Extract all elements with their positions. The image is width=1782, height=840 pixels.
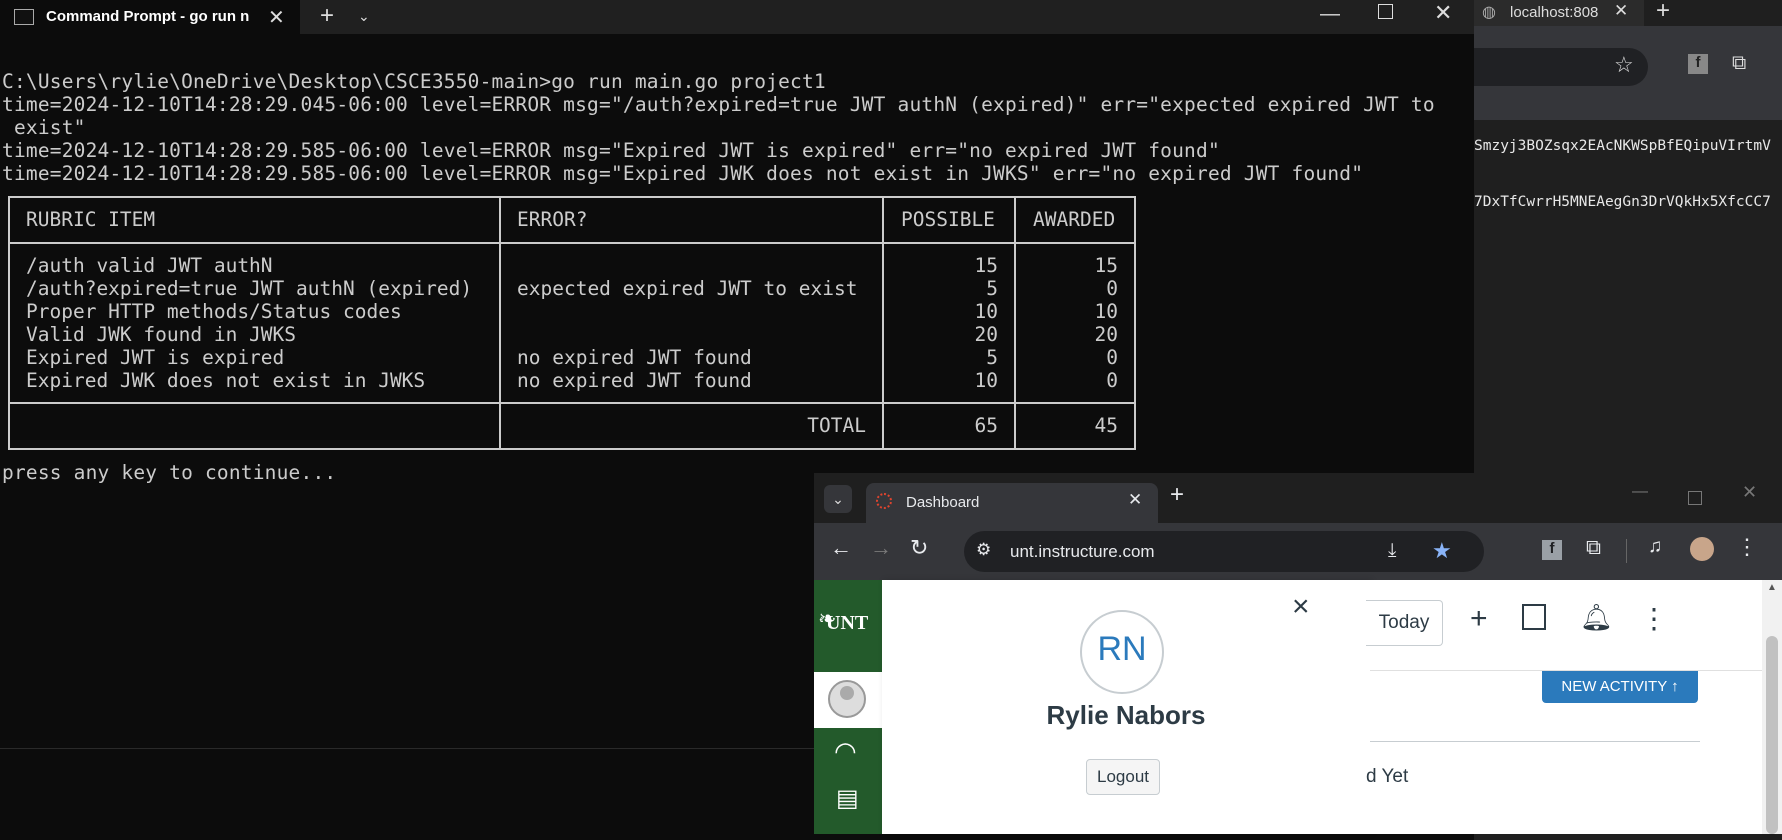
dashboard-header: Today + 🔔︎ ⋮ NEW ACTIVITY ↑ d Yet (1366, 580, 1762, 834)
logout-button[interactable]: Logout (1086, 759, 1160, 795)
avatar-initials: RN (1097, 630, 1147, 668)
minimize-icon[interactable]: — (1320, 3, 1340, 26)
chevron-down-icon[interactable]: ⌄ (358, 8, 370, 25)
output-line: time=2024-12-10T14:28:29.585-06:00 level… (2, 162, 1364, 185)
output-line: exist" (2, 116, 86, 139)
close-window-icon[interactable]: ✕ (1434, 0, 1452, 26)
today-button[interactable]: Today (1366, 600, 1443, 646)
maximize-icon[interactable] (1688, 491, 1702, 505)
total-possible: 65 (974, 414, 998, 437)
chrome-window: ⌄ Dashboard ✕ + — ✕ ← → ↻ ⚙ unt.instruct… (814, 473, 1782, 834)
globe-icon: ◍ (1482, 4, 1496, 21)
new-activity-button[interactable]: NEW ACTIVITY ↑ (1542, 671, 1698, 703)
back-arrow-icon[interactable]: ← (830, 535, 852, 561)
scroll-up-arrow-icon[interactable]: ▲ (1767, 582, 1777, 593)
star-filled-icon[interactable]: ★ (1432, 538, 1452, 564)
puzzle-icon[interactable]: ⧉ (1586, 536, 1601, 560)
terminal-tab-bar: Command Prompt - go run n ✕ + ⌄ — ✕ (0, 0, 1474, 34)
output-line: time=2024-12-10T14:28:29.045-06:00 level… (2, 93, 1435, 116)
new-tab-icon[interactable]: + (1656, 0, 1670, 25)
install-app-icon[interactable]: ⤓ (1388, 540, 1396, 562)
total-awarded: 45 (1094, 414, 1118, 437)
terminal-tab-title: Command Prompt - go run n (46, 8, 250, 25)
bg-tab-title: localhost:808 (1510, 4, 1599, 21)
close-tab-icon[interactable]: ✕ (268, 5, 285, 30)
minimize-icon[interactable]: — (1632, 483, 1648, 501)
tab-search-chevron-icon[interactable]: ⌄ (824, 485, 852, 513)
total-label: TOTAL (807, 414, 866, 437)
site-info-icon[interactable]: ⚙ (976, 540, 991, 560)
divider (1626, 539, 1627, 563)
user-name: Rylie Nabors (1046, 700, 1206, 730)
terminal-icon (14, 9, 34, 25)
bg-bookmark-bar (1474, 98, 1782, 121)
logo-text: UNT (826, 612, 869, 634)
bell-icon[interactable]: 🔔︎ (1580, 602, 1613, 633)
unt-logo[interactable]: ❧ UNT (814, 580, 882, 672)
canvas-page: ❧ UNT ◠ ▤ × RN Rylie Nabors Logout Today… (814, 580, 1782, 834)
output-line: time=2024-12-10T14:28:29.585-06:00 level… (2, 139, 1220, 162)
table-header: POSSIBLE (901, 208, 995, 231)
kebab-menu-icon[interactable]: ⋮ (1736, 534, 1758, 560)
chrome-toolbar: ← → ↻ ⚙ unt.instructure.com ⤓ ★ f ⧉ ♫ ⋮ (814, 523, 1782, 580)
kebab-menu-icon[interactable]: ⋮ (1640, 602, 1668, 635)
bg-browser-tab[interactable]: ◍ localhost:808 ✕ (1474, 0, 1644, 26)
close-tab-icon[interactable]: ✕ (1128, 490, 1142, 510)
bg-page-text: Smzyj3BOZsqx2EAcNKWSpBfEQipuVIrtmV (1474, 138, 1771, 154)
user-avatar-head (840, 686, 854, 700)
close-window-icon[interactable]: ✕ (1742, 482, 1757, 503)
tab-title: Dashboard (906, 494, 980, 511)
chrome-tab-bar: ⌄ Dashboard ✕ + — ✕ (814, 473, 1782, 523)
new-tab-icon[interactable]: + (320, 2, 334, 30)
continue-prompt: press any key to continue... (2, 461, 337, 484)
table-header: ERROR? (517, 208, 588, 231)
avatar: RN (1080, 610, 1164, 694)
dashboard-gauge-icon[interactable]: ◠ (834, 736, 857, 767)
forward-arrow-icon[interactable]: → (870, 535, 892, 561)
reload-icon[interactable]: ↻ (910, 535, 928, 561)
scrollbar-thumb[interactable] (1766, 636, 1778, 834)
global-nav: ❧ UNT ◠ ▤ (814, 580, 882, 834)
extension-f-icon[interactable]: f (1542, 540, 1562, 560)
grades-icon[interactable] (1522, 604, 1546, 630)
close-tab-icon[interactable]: ✕ (1614, 1, 1628, 21)
account-tray: × RN Rylie Nabors Logout (882, 580, 1370, 834)
table-header: RUBRIC ITEM (26, 208, 156, 231)
tab-dashboard[interactable]: Dashboard ✕ (866, 483, 1158, 523)
media-control-icon[interactable]: ♫ (1648, 536, 1662, 558)
close-icon[interactable]: × (1292, 590, 1310, 624)
url-text: unt.instructure.com (1010, 542, 1155, 561)
courses-book-icon[interactable]: ▤ (836, 784, 859, 813)
terminal-tab[interactable]: Command Prompt - go run n ✕ (0, 0, 300, 34)
star-icon[interactable]: ☆ (1614, 52, 1634, 78)
bg-page-text: 7DxTfCwrrH5MNEAegGn3DrVQkHx5XfcCC7 (1474, 194, 1771, 210)
nav-account[interactable] (814, 672, 882, 728)
address-bar[interactable]: ⚙ unt.instructure.com ⤓ ★ (964, 531, 1484, 572)
rubric-table: RUBRIC ITEM ERROR? POSSIBLE AWARDED /aut… (8, 196, 1136, 450)
output-line: C:\Users\rylie\OneDrive\Desktop\CSCE3550… (2, 70, 826, 93)
avatar[interactable] (1690, 537, 1714, 561)
puzzle-icon[interactable]: ⧉ (1732, 52, 1746, 75)
maximize-icon[interactable] (1378, 4, 1393, 19)
extension-f-icon[interactable]: f (1688, 54, 1708, 74)
new-tab-icon[interactable]: + (1170, 481, 1184, 509)
canvas-logo-icon (876, 493, 892, 509)
partial-heading: d Yet (1366, 766, 1409, 787)
section-divider (1370, 741, 1700, 742)
terminal-scroll-divider (0, 748, 820, 749)
add-icon[interactable]: + (1470, 602, 1488, 636)
table-header: AWARDED (1033, 208, 1116, 231)
page-scrollbar[interactable]: ▲ (1762, 580, 1782, 834)
